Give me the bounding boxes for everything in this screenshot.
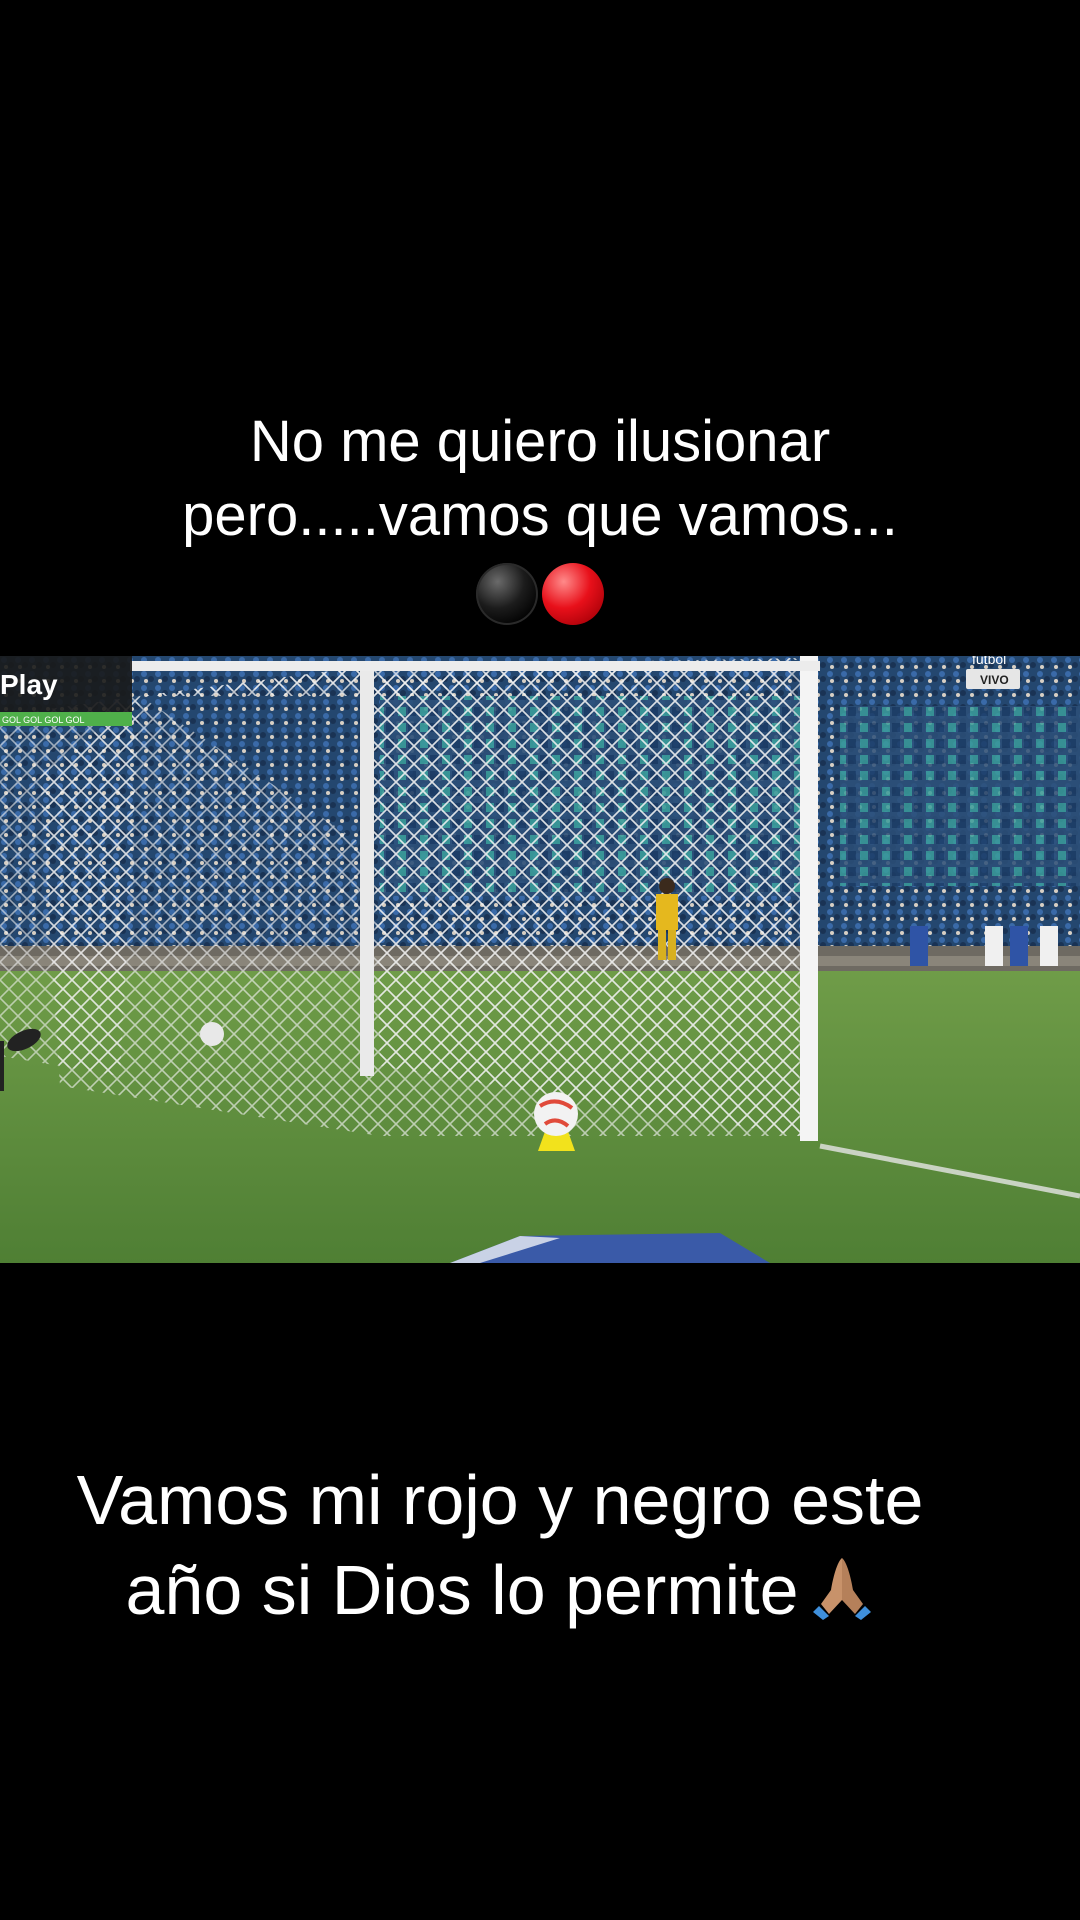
top-caption: No me quiero ilusionar pero.....vamos qu… — [0, 405, 1080, 625]
goal-ticker: GOL GOL GOL GOL — [2, 715, 85, 725]
goal-post-right — [800, 656, 818, 1141]
bottom-caption-line-1: Vamos mi rojo y negro este — [76, 1461, 924, 1539]
goal-post-back — [360, 666, 374, 1076]
bottom-caption-line-2: año si Dios lo permite — [0, 1545, 1000, 1635]
bottom-caption: Vamos mi rojo y negro este año si Dios l… — [0, 1455, 1000, 1635]
black-circle-icon — [476, 563, 538, 625]
top-caption-line-1: No me quiero ilusionar — [249, 409, 831, 474]
red-circle-icon — [542, 563, 604, 625]
ball — [534, 1092, 578, 1136]
live-badge: VIVO — [980, 673, 1009, 687]
goal-scene: Play GOL GOL GOL GOL futbol VIVO — [0, 656, 1080, 1263]
match-video-frame[interactable]: Play GOL GOL GOL GOL futbol VIVO — [0, 656, 1080, 1263]
channel-label: futbol — [972, 656, 1006, 667]
folded-hands-icon — [809, 1551, 875, 1620]
emoji-row — [0, 563, 1080, 625]
top-caption-line-2: pero.....vamos que vamos... — [182, 483, 898, 548]
broadcaster-logo: Play — [0, 669, 58, 700]
